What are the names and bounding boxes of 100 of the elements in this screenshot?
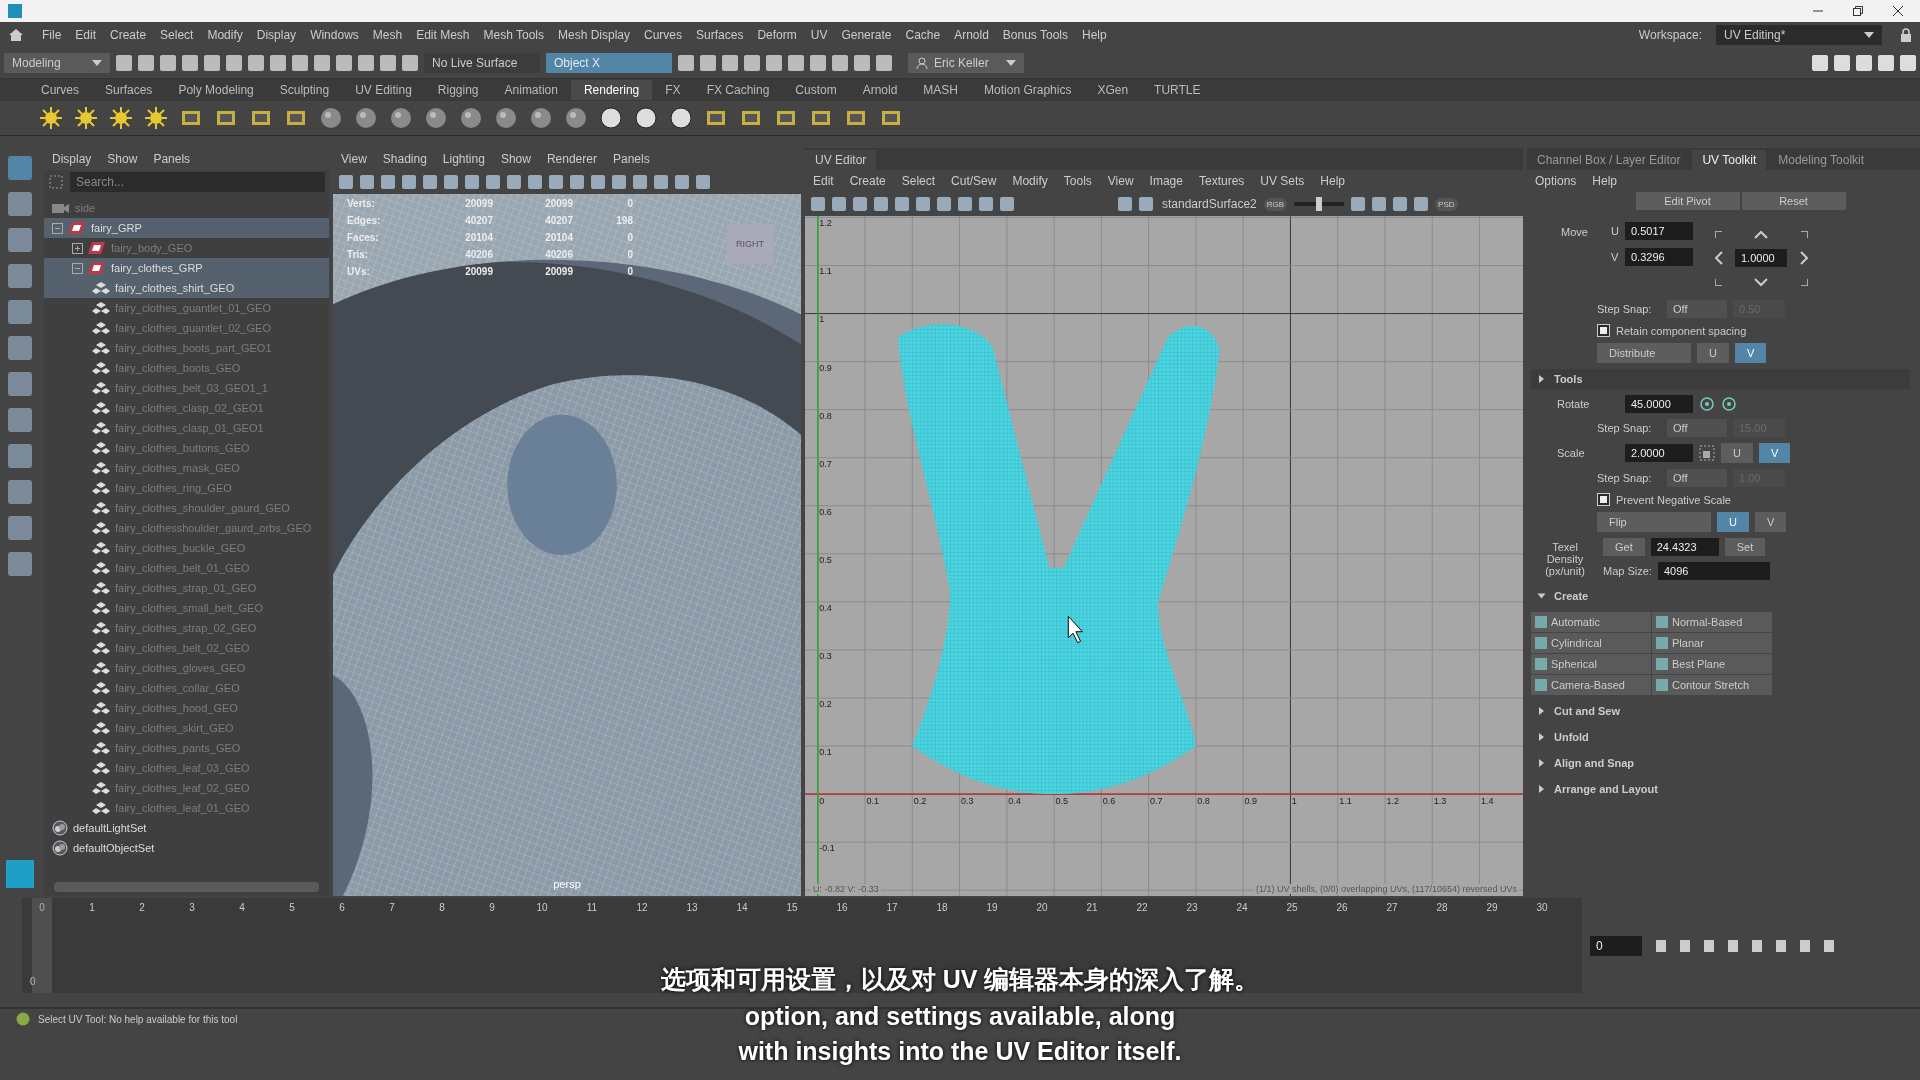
projection-button[interactable]: Spherical bbox=[1531, 654, 1651, 674]
outliner-item[interactable]: defaultLightSet bbox=[44, 818, 329, 838]
expand-icon[interactable] bbox=[72, 242, 83, 254]
slider-thumb[interactable] bbox=[1316, 197, 1323, 211]
sphere-icon[interactable] bbox=[319, 106, 343, 130]
shelf-tab[interactable]: UV Editing bbox=[342, 80, 425, 100]
checkbox[interactable] bbox=[1597, 324, 1610, 337]
flip-button[interactable]: Flip bbox=[1597, 512, 1711, 532]
user-dropdown[interactable]: Eric Keller bbox=[908, 53, 1024, 73]
collapse-icon[interactable] bbox=[52, 222, 63, 234]
distribute-button[interactable]: Distribute bbox=[1597, 343, 1691, 363]
view-cube[interactable]: RIGHT bbox=[727, 224, 773, 264]
v-field[interactable]: 0.3296 bbox=[1625, 248, 1693, 266]
sphere-icon[interactable] bbox=[354, 106, 378, 130]
restore-icon[interactable] bbox=[1852, 5, 1864, 17]
projection-button[interactable]: Normal-Based bbox=[1652, 612, 1772, 632]
axis-toggle[interactable]: V bbox=[1758, 443, 1791, 463]
menu-item[interactable]: Tools bbox=[1063, 174, 1092, 188]
axis-toggle[interactable]: U bbox=[1721, 443, 1753, 463]
set-button[interactable]: Set bbox=[1724, 538, 1766, 556]
collapse-icon[interactable] bbox=[72, 262, 83, 274]
mode-dropdown[interactable]: Modeling bbox=[4, 53, 110, 73]
menu-item[interactable]: File bbox=[42, 28, 62, 42]
axis-toggle[interactable]: U bbox=[1717, 512, 1749, 532]
corner-arrow-icon[interactable] bbox=[1714, 278, 1722, 286]
sphere-icon[interactable] bbox=[529, 106, 553, 130]
rotate-cw-icon[interactable] bbox=[1721, 396, 1737, 412]
menu-item[interactable]: Display bbox=[256, 28, 297, 42]
projection-button[interactable]: Planar bbox=[1652, 633, 1772, 653]
shelf-tab[interactable]: Arnold bbox=[849, 80, 911, 100]
menu-item[interactable]: Shading bbox=[382, 152, 427, 166]
step-snap-dropdown[interactable]: Off bbox=[1667, 300, 1727, 318]
sphere-icon[interactable] bbox=[494, 106, 518, 130]
menu-item[interactable]: Generate bbox=[841, 28, 892, 42]
menu-item[interactable]: Arnold bbox=[954, 28, 989, 42]
sun-icon[interactable] bbox=[109, 106, 133, 130]
section-header[interactable]: Tools bbox=[1531, 369, 1910, 389]
shelf-tab[interactable]: Rendering bbox=[570, 80, 653, 100]
menu-item[interactable]: Create bbox=[110, 28, 147, 42]
texture-name[interactable]: standardSurface2 bbox=[1162, 197, 1257, 211]
menu-item[interactable]: Bonus Tools bbox=[1002, 28, 1068, 42]
scale-icon[interactable] bbox=[1699, 445, 1715, 461]
shelf-tab[interactable]: Rigging bbox=[424, 80, 492, 100]
menu-item[interactable]: Edit bbox=[813, 174, 834, 188]
menu-item[interactable]: Cache bbox=[905, 28, 941, 42]
close-icon[interactable] bbox=[1892, 5, 1904, 17]
home-icon[interactable] bbox=[8, 28, 24, 42]
axis-toggle[interactable]: V bbox=[1754, 512, 1787, 532]
symmetry-field[interactable]: Object X bbox=[546, 53, 672, 73]
menu-item[interactable]: Surfaces bbox=[696, 28, 744, 42]
menu-item[interactable]: Panels bbox=[612, 152, 650, 166]
menu-item[interactable]: Show bbox=[500, 152, 531, 166]
panel-tab[interactable]: Channel Box / Layer Editor bbox=[1527, 150, 1691, 170]
menu-item[interactable]: Help bbox=[1592, 174, 1618, 188]
shelf-tab[interactable]: Curves bbox=[28, 80, 92, 100]
menu-item[interactable]: Mesh Tools bbox=[483, 28, 544, 42]
psd-button[interactable]: PSD bbox=[1435, 197, 1458, 211]
projection-button[interactable]: Cylindrical bbox=[1531, 633, 1651, 653]
pivot-button[interactable]: Reset bbox=[1741, 192, 1846, 210]
menu-item[interactable]: Cut/Sew bbox=[951, 174, 997, 188]
step-field[interactable]: 1.0000 bbox=[1735, 249, 1787, 267]
live-surface-field[interactable]: No Live Surface bbox=[424, 53, 540, 73]
rotate-field[interactable]: 45.0000 bbox=[1625, 395, 1693, 413]
step-snap-dropdown[interactable]: Off bbox=[1667, 469, 1727, 487]
sphere-icon[interactable] bbox=[564, 106, 588, 130]
menu-item[interactable]: Textures bbox=[1198, 174, 1245, 188]
sphere-icon[interactable] bbox=[459, 106, 483, 130]
circle-icon[interactable] bbox=[634, 106, 658, 130]
menu-item[interactable]: Modify bbox=[207, 28, 243, 42]
shelf-tab[interactable]: TURTLE bbox=[1141, 80, 1214, 100]
menu-item[interactable]: Lighting bbox=[442, 152, 485, 166]
outliner-item[interactable]: fairy_clothes_GRP bbox=[44, 258, 329, 278]
scrollbar[interactable] bbox=[54, 882, 319, 892]
sphere-icon[interactable] bbox=[389, 106, 413, 130]
rotate-ccw-icon[interactable] bbox=[1699, 396, 1715, 412]
menu-item[interactable]: Mesh Display bbox=[558, 28, 631, 42]
channel-button[interactable]: RGB bbox=[1263, 197, 1288, 211]
texel-density-field[interactable]: 24.4323 bbox=[1650, 538, 1719, 556]
projection-button[interactable]: Automatic bbox=[1531, 612, 1651, 632]
circle-icon[interactable] bbox=[669, 106, 693, 130]
shelf-tab[interactable]: Surfaces bbox=[92, 80, 166, 100]
shelf-tab[interactable]: Sculpting bbox=[266, 80, 343, 100]
scale-field[interactable]: 2.0000 bbox=[1625, 444, 1693, 462]
menu-item[interactable]: Modify bbox=[1012, 174, 1048, 188]
step-snap-dropdown[interactable]: Off bbox=[1667, 419, 1727, 437]
menu-item[interactable]: Panels bbox=[153, 152, 191, 166]
current-frame-field[interactable]: 0 bbox=[1590, 935, 1642, 956]
outliner-item[interactable]: fairy_clothes_shirt_GEO bbox=[44, 278, 329, 298]
get-button[interactable]: Get bbox=[1603, 538, 1645, 556]
projection-button[interactable]: Best Plane bbox=[1652, 654, 1772, 674]
menu-item[interactable]: Edit bbox=[75, 28, 97, 42]
sun-icon[interactable] bbox=[39, 106, 63, 130]
filter-icon[interactable] bbox=[48, 174, 64, 190]
panel-tab[interactable]: UV Toolkit bbox=[1692, 150, 1767, 170]
menu-item[interactable]: Deform bbox=[757, 28, 797, 42]
menu-item[interactable]: UV Sets bbox=[1260, 174, 1305, 188]
menu-item[interactable]: Curves bbox=[644, 28, 683, 42]
circle-icon[interactable] bbox=[599, 106, 623, 130]
shelf-tab[interactable]: MASH bbox=[910, 80, 972, 100]
panel-tab[interactable]: Modeling Toolkit bbox=[1768, 150, 1875, 170]
